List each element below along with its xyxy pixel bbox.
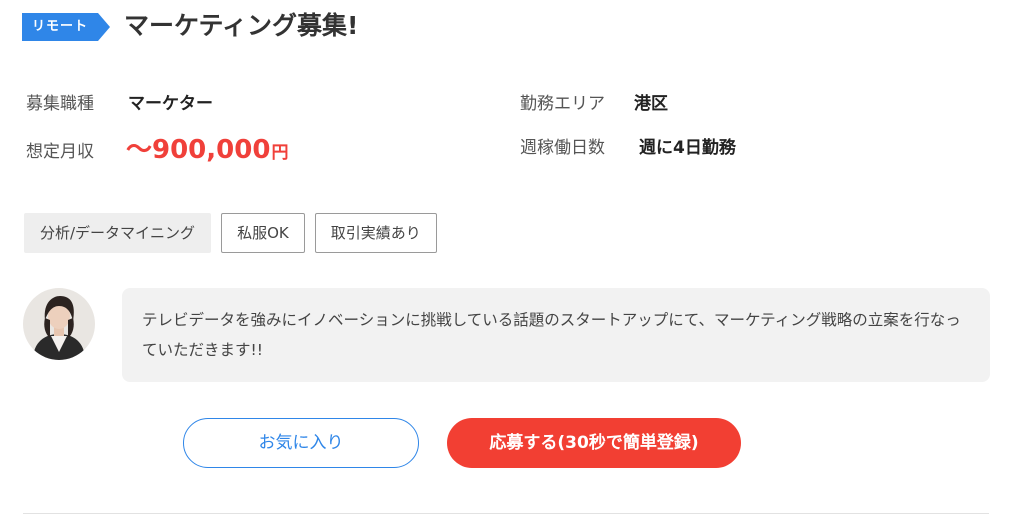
favorite-button[interactable]: お気に入り: [183, 418, 419, 468]
tag-category: 分析/データマイニング: [24, 213, 212, 253]
salary-label: 想定月収: [26, 142, 94, 162]
tag-track-record: 取引実績あり: [314, 213, 437, 253]
salary-unit: 円: [271, 143, 289, 163]
apply-button[interactable]: 応募する(30秒で簡単登録): [447, 418, 741, 468]
remote-badge-label: リモート: [31, 19, 88, 34]
tag-list: 分析/データマイニング 私服OK 取引実績あり: [24, 213, 437, 253]
salary-amount: 〜900,000: [126, 135, 271, 165]
job-type-label: 募集職種: [26, 94, 94, 114]
job-title[interactable]: マーケティング募集!: [124, 8, 358, 44]
workdays-value: 週に4日勤務: [639, 138, 736, 158]
bottom-divider: [23, 513, 989, 514]
tag-casual-dress: 私服OK: [221, 213, 305, 253]
area-label: 勤務エリア: [520, 94, 605, 114]
workdays-label: 週稼働日数: [520, 138, 605, 158]
person-avatar-icon: [23, 288, 95, 360]
area-value: 港区: [634, 94, 668, 114]
job-type-value: マーケター: [128, 94, 213, 114]
salary-value: 〜900,000円: [126, 133, 288, 170]
remote-badge: リモート: [22, 13, 110, 41]
job-description-bubble: テレビデータを強みにイノベーションに挑戦している話題のスタートアップにて、マーケ…: [122, 288, 990, 382]
